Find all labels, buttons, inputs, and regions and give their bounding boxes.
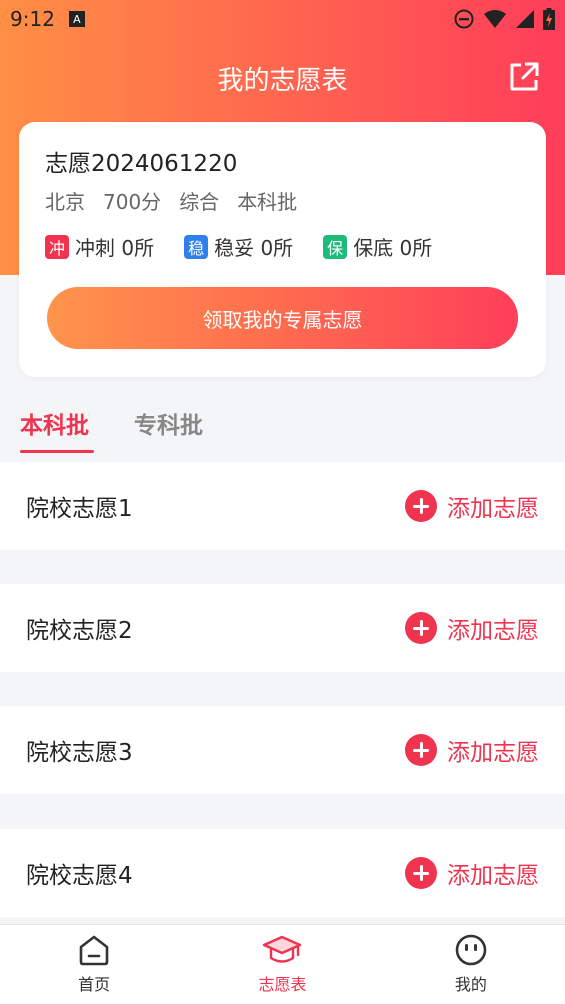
level-safe: 保 保底 0所 (323, 232, 432, 261)
tab-undergraduate[interactable]: 本科批 (20, 406, 89, 440)
wifi-icon (484, 10, 506, 28)
signal-icon (516, 10, 534, 28)
level-safe-label: 保底 0所 (353, 236, 433, 260)
nav-home-label: 首页 (78, 975, 111, 994)
meta-batch: 本科批 (237, 190, 298, 214)
add-volunteer-button[interactable]: 添加志愿 (405, 489, 539, 523)
sprint-tag-icon: 冲 (45, 234, 69, 259)
level-sprint-label: 冲刺 0所 (75, 236, 155, 260)
sim-icon: A (68, 11, 85, 27)
nav-home[interactable]: 首页 (0, 925, 188, 1004)
plus-circle-icon (405, 734, 437, 766)
list-item-label: 院校志愿2 (26, 618, 133, 644)
list-item[interactable]: 院校志愿2 添加志愿 (0, 584, 565, 672)
add-volunteer-button[interactable]: 添加志愿 (405, 611, 539, 645)
meta-region: 北京 (45, 190, 85, 214)
stable-tag-icon: 稳 (184, 234, 209, 259)
level-counts: 冲 冲刺 0所 稳 稳妥 0所 保 保底 0所 (45, 232, 432, 261)
level-stable: 稳 稳妥 0所 (184, 232, 293, 261)
list-item-label: 院校志愿3 (26, 740, 133, 766)
battery-icon (543, 8, 555, 30)
list-item[interactable]: 院校志愿4 添加志愿 (0, 829, 565, 917)
meta-subject: 综合 (179, 190, 220, 214)
status-bar: 9:12 A (0, 0, 565, 38)
add-volunteer-label: 添加志愿 (447, 618, 539, 644)
share-icon[interactable] (507, 60, 541, 94)
add-volunteer-button[interactable]: 添加志愿 (405, 856, 539, 890)
list-item-label: 院校志愿1 (26, 496, 133, 522)
add-volunteer-button[interactable]: 添加志愿 (405, 733, 539, 767)
plus-circle-icon (405, 490, 437, 522)
status-time: 9:12 (10, 7, 55, 31)
nav-mine-label: 我的 (454, 975, 487, 994)
smiley-icon (455, 934, 487, 966)
bottom-navigation: 首页 志愿表 我的 (0, 924, 565, 1004)
dnd-icon (454, 9, 474, 29)
page-title: 我的志愿表 (217, 65, 348, 96)
list-item[interactable]: 院校志愿3 添加志愿 (0, 706, 565, 794)
list-item-label: 院校志愿4 (26, 863, 133, 889)
volunteer-summary-card[interactable]: 志愿2024061220 北京 700分 综合 本科批 冲 冲刺 0所 稳 稳妥… (19, 122, 546, 377)
meta-score: 700分 (103, 190, 162, 214)
batch-tabs: 本科批 专科批 (0, 400, 565, 460)
title-bar: 我的志愿表 (0, 50, 565, 106)
home-icon (79, 935, 109, 966)
volunteer-plan-name: 志愿2024061220 (45, 151, 238, 177)
claim-exclusive-plan-button[interactable]: 领取我的专属志愿 (47, 287, 518, 349)
level-stable-label: 稳妥 0所 (214, 236, 294, 260)
nav-volunteer-table[interactable]: 志愿表 (188, 925, 376, 1004)
list-item[interactable]: 院校志愿1 添加志愿 (0, 462, 565, 550)
plan-meta: 北京 700分 综合 本科批 (45, 186, 297, 215)
level-sprint: 冲 冲刺 0所 (45, 232, 154, 261)
tab-junior-college[interactable]: 专科批 (134, 406, 203, 440)
graduation-cap-icon (263, 935, 302, 963)
safe-tag-icon: 保 (323, 234, 348, 259)
add-volunteer-label: 添加志愿 (447, 863, 539, 889)
active-tab-indicator (20, 450, 94, 453)
nav-mine[interactable]: 我的 (377, 925, 565, 1004)
plus-circle-icon (405, 612, 437, 644)
status-icons (453, 8, 555, 30)
plus-circle-icon (405, 857, 437, 889)
add-volunteer-label: 添加志愿 (447, 740, 539, 766)
add-volunteer-label: 添加志愿 (447, 496, 539, 522)
nav-volunteer-table-label: 志愿表 (258, 975, 307, 994)
